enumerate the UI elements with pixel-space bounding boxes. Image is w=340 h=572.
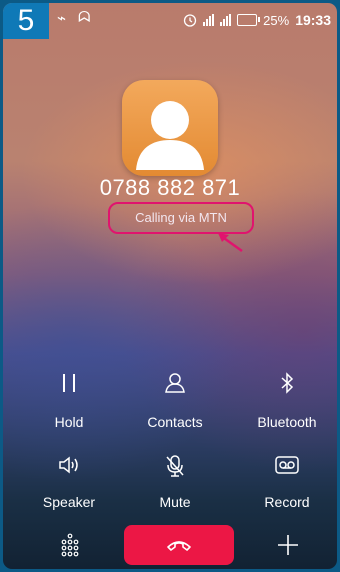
- mute-label: Mute: [159, 494, 191, 510]
- voicemail-icon: [275, 456, 299, 474]
- record-label: Record: [264, 494, 310, 510]
- bluetooth-icon: [281, 372, 294, 394]
- contacts-button[interactable]: Contacts: [135, 372, 215, 430]
- dialpad-button[interactable]: [53, 533, 87, 561]
- bluetooth-button[interactable]: Bluetooth: [247, 372, 327, 430]
- pause-icon: [63, 374, 75, 392]
- person-icon: [136, 101, 204, 170]
- contact-avatar: [122, 80, 218, 176]
- plus-icon: [278, 535, 298, 555]
- clock: 19:33: [295, 12, 331, 28]
- signal-1-icon: [203, 14, 215, 26]
- android-icon: ᗣ: [78, 9, 91, 26]
- dialpad-icon: [61, 533, 79, 557]
- status-bar: 5 ⌁ ᗣ 25% 19:33: [3, 3, 337, 39]
- annotation-arrow: [218, 233, 243, 253]
- add-call-button[interactable]: [273, 533, 303, 561]
- contacts-label: Contacts: [147, 414, 203, 430]
- usb-icon: ⌁: [57, 10, 67, 27]
- speaker-button[interactable]: Speaker: [29, 454, 109, 510]
- phone-number: 0788 882 871: [99, 175, 241, 200]
- end-call-button[interactable]: [124, 525, 234, 565]
- speaker-label: Speaker: [42, 494, 96, 510]
- hold-label: Hold: [54, 414, 84, 430]
- speaker-icon: [59, 456, 78, 474]
- call-screen: 5 ⌁ ᗣ 25% 19:33 0788 882 871 Calling via…: [3, 3, 337, 569]
- bluetooth-label: Bluetooth: [257, 414, 317, 430]
- alarm-icon: [184, 14, 197, 27]
- hang-up-icon: [167, 541, 191, 551]
- signal-2-icon: [220, 14, 232, 26]
- battery-icon: [237, 14, 261, 26]
- mute-icon: [166, 455, 184, 477]
- record-button[interactable]: Record: [247, 454, 327, 510]
- battery-percent: 25%: [263, 12, 290, 28]
- hold-button[interactable]: Hold: [29, 372, 109, 430]
- mute-button[interactable]: Mute: [135, 454, 215, 510]
- contacts-icon: [165, 373, 185, 393]
- step-badge: 5: [3, 3, 49, 39]
